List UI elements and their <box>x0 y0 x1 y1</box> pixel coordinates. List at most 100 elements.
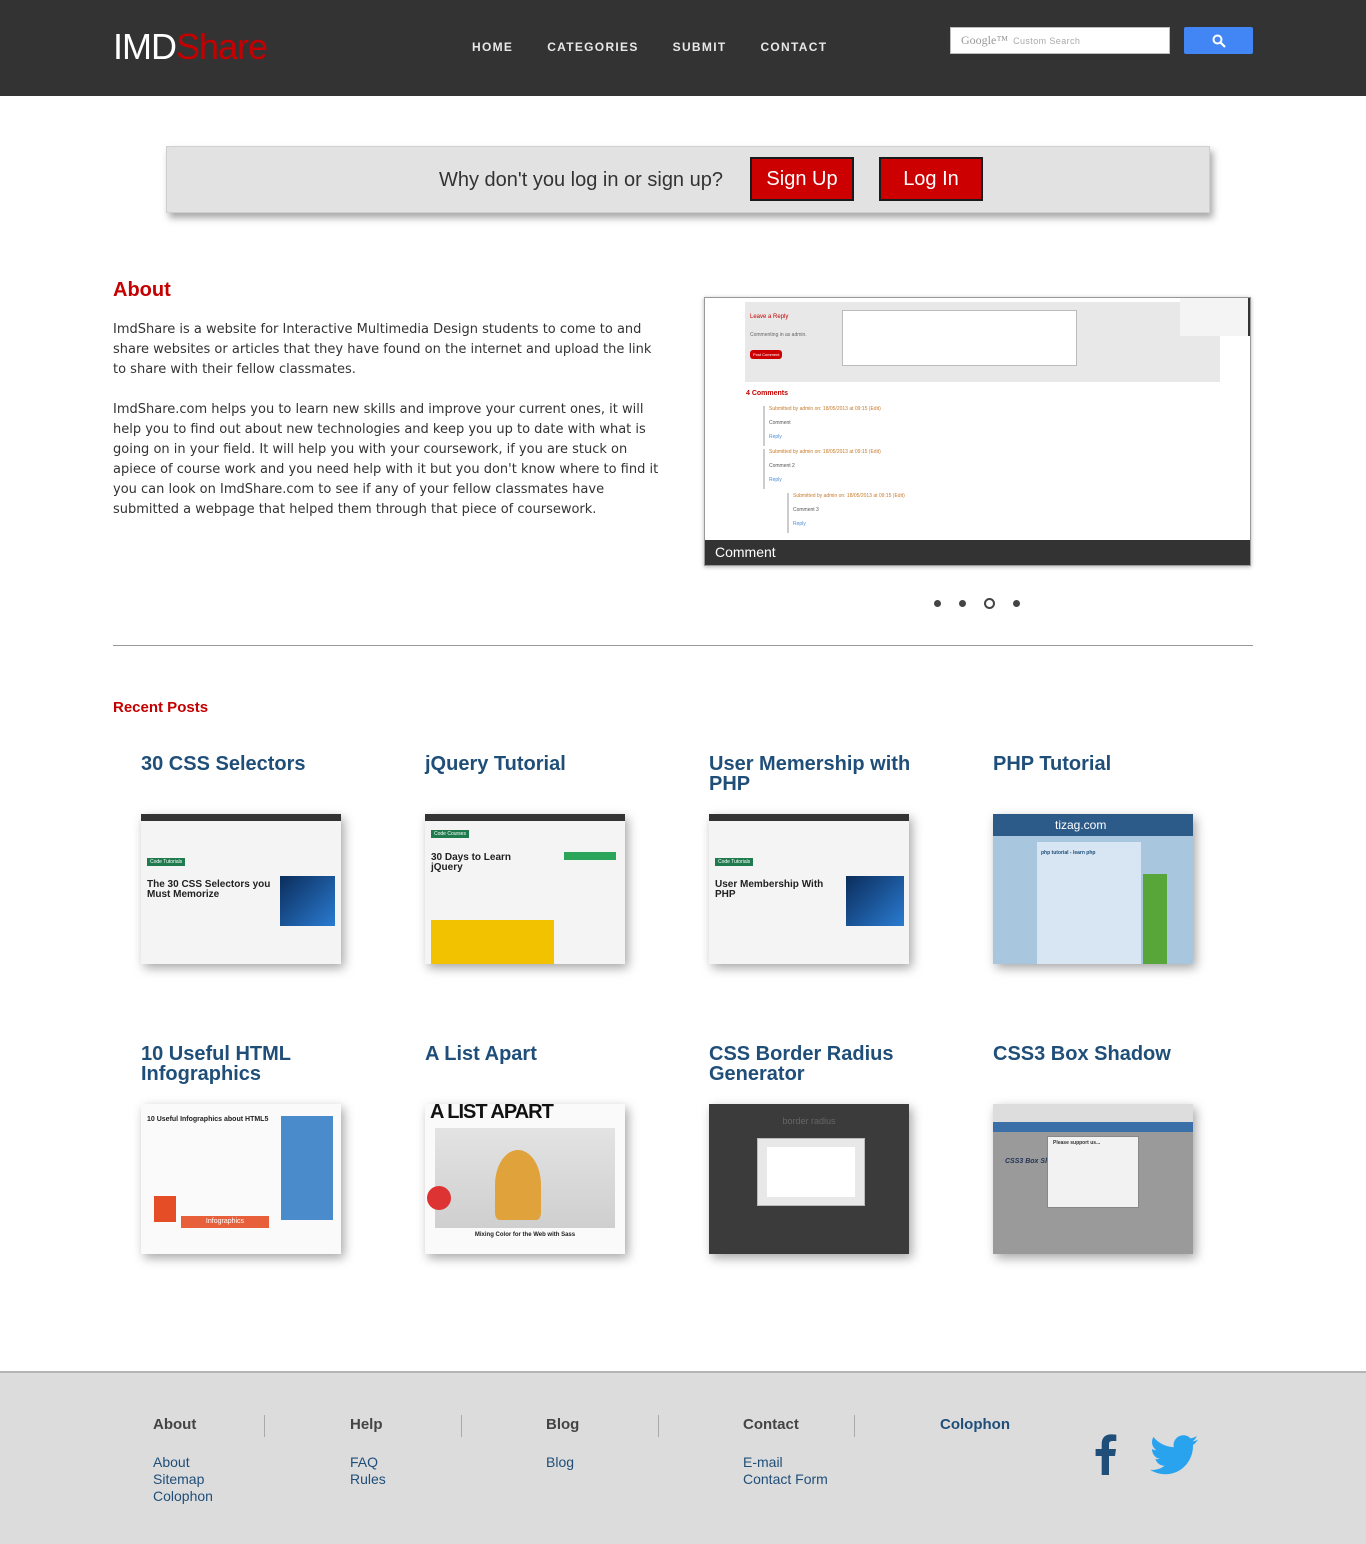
thumb-tag: Code Tutorials <box>715 858 754 866</box>
footer-link-contact-form[interactable]: Contact Form <box>743 1471 828 1488</box>
post-title-link[interactable]: User Memership with PHP <box>709 754 929 806</box>
search-icon <box>1212 34 1226 48</box>
signup-button[interactable]: Sign Up <box>750 157 854 201</box>
footer-link-blog[interactable]: Blog <box>546 1454 579 1471</box>
footer-link-email[interactable]: E-mail <box>743 1454 828 1471</box>
facebook-icon[interactable] <box>1094 1433 1118 1480</box>
post-thumbnail[interactable]: Code Tutorials The 30 CSS Selectors you … <box>141 814 341 964</box>
post-title: jQuery Tutorial <box>425 753 566 775</box>
footer-col-contact: Contact E-mail Contact Form <box>743 1416 828 1488</box>
footer-col-help: Help FAQ Rules <box>350 1416 386 1488</box>
slider-dot[interactable] <box>1013 600 1020 607</box>
site-footer: About About Sitemap Colophon Help FAQ Ru… <box>0 1371 1366 1544</box>
post-thumbnail[interactable]: CSS3 Box Shadow Please support us... <box>993 1104 1193 1254</box>
footer-heading: Blog <box>546 1416 580 1433</box>
post-title: 30 CSS Selectors <box>141 753 306 775</box>
post-title-link[interactable]: 30 CSS Selectors <box>141 754 361 806</box>
post-title-link[interactable]: PHP Tutorial <box>993 754 1213 806</box>
post-title-link[interactable]: CSS3 Box Shadow <box>993 1044 1213 1096</box>
thumb-tag: Code Tutorials <box>147 858 186 866</box>
slide-post-comment-button: Post Comment <box>750 350 783 359</box>
footer-heading: Contact <box>743 1416 799 1433</box>
post-thumbnail[interactable]: tizag.com php tutorial - learn php <box>993 814 1193 964</box>
thumb-ad <box>1143 874 1167 964</box>
post-title: User Memership with PHP <box>709 753 911 795</box>
thumb-tag: Code Courses <box>431 830 469 838</box>
slider-dot-active[interactable] <box>984 598 995 609</box>
footer-link-sitemap[interactable]: Sitemap <box>153 1471 213 1488</box>
post-title-link[interactable]: jQuery Tutorial <box>425 754 645 806</box>
post-title: A List Apart <box>425 1043 537 1065</box>
footer-link-about[interactable]: About <box>153 1454 213 1471</box>
post-title: CSS Border Radius Generator <box>709 1043 894 1085</box>
thumb-tag: Please support us... <box>1053 1140 1101 1146</box>
footer-heading: Help <box>350 1416 383 1433</box>
slide-comment-meta: Submitted by admin on: 18/05/2013 at 09:… <box>793 493 905 499</box>
footer-col-colophon: Colophon <box>940 1416 1010 1454</box>
post-thumbnail[interactable]: 10 Useful Infographics about HTML5 Infog… <box>141 1104 341 1254</box>
post-title-link[interactable]: 10 Useful HTML Infographics <box>141 1044 361 1096</box>
thumb-modal <box>1047 1136 1139 1208</box>
thumb-headline: 30 Days to Learn jQuery <box>431 852 512 873</box>
footer-separator <box>264 1415 265 1437</box>
post-title: CSS3 Box Shadow <box>993 1043 1171 1065</box>
footer-heading: About <box>153 1416 197 1433</box>
footer-col-about: About About Sitemap Colophon <box>153 1416 213 1505</box>
main-nav: HOME CATEGORIES SUBMIT CONTACT <box>472 40 827 54</box>
thumb-topbar <box>141 814 341 821</box>
search-button[interactable] <box>1184 27 1253 54</box>
search-brand: Google™ <box>961 33 1009 47</box>
thumb-headline: User Membership With PHP <box>715 879 824 900</box>
slide-comment: Submitted by admin on: 18/05/2013 at 09:… <box>763 449 881 489</box>
about-paragraph-2: ImdShare.com helps you to learn new skil… <box>113 402 659 517</box>
slide-comment-reply: Reply <box>769 434 782 440</box>
nav-home[interactable]: HOME <box>472 40 513 54</box>
login-button[interactable]: Log In <box>879 157 983 201</box>
slide-comment-meta: Submitted by admin on: 18/05/2013 at 09:… <box>769 449 881 455</box>
footer-link-faq[interactable]: FAQ <box>350 1454 386 1471</box>
post-title: PHP Tutorial <box>993 753 1112 775</box>
slide-comment: Submitted by admin on: 18/05/2013 at 09:… <box>763 406 881 446</box>
post-thumbnail[interactable]: Code Tutorials User Membership With PHP <box>709 814 909 964</box>
footer-heading-colophon-link[interactable]: Colophon <box>940 1416 1010 1454</box>
footer-link-rules[interactable]: Rules <box>350 1471 386 1488</box>
thumb-sidebar <box>281 1116 333 1220</box>
slide-comments-count: 4 Comments <box>746 390 789 397</box>
slider-dot[interactable] <box>959 600 966 607</box>
thumb-preview-inner <box>767 1147 855 1197</box>
nav-categories[interactable]: CATEGORIES <box>547 40 638 54</box>
slide-comment-text: Comment 2 <box>769 463 795 469</box>
nav-submit[interactable]: SUBMIT <box>673 40 727 54</box>
nav-contact[interactable]: CONTACT <box>760 40 827 54</box>
post-thumbnail[interactable]: Code Courses 30 Days to Learn jQuery <box>425 814 625 964</box>
slider-dot[interactable] <box>934 600 941 607</box>
post-thumbnail[interactable]: border radius <box>709 1104 909 1254</box>
slide-reply-box: Leave a Reply Commenting in as admin. Po… <box>745 302 1220 382</box>
login-prompt-bar: Why don't you log in or sign up? Sign Up… <box>166 146 1210 213</box>
post-thumbnail[interactable]: A LIST APART Mixing Color for the Web wi… <box>425 1104 625 1254</box>
post-title-link[interactable]: CSS Border Radius Generator <box>709 1044 929 1096</box>
slide-comment-meta: Submitted by admin on: 18/05/2013 at 09:… <box>769 406 881 412</box>
post-title-link[interactable]: A List Apart <box>425 1044 645 1096</box>
thumb-haystack <box>495 1150 541 1220</box>
recent-posts-heading: Recent Posts <box>113 699 209 716</box>
thumb-headline: tizag.com <box>1055 818 1107 832</box>
section-divider <box>113 645 1253 646</box>
thumb-topbar <box>993 1104 1193 1122</box>
slide-dark-strip <box>1180 298 1250 336</box>
thumb-topbar <box>709 814 909 821</box>
footer-separator <box>658 1415 659 1437</box>
twitter-icon[interactable] <box>1150 1435 1198 1480</box>
image-slider[interactable]: Leave a Reply Commenting in as admin. Po… <box>704 297 1251 566</box>
slide-comment: Submitted by admin on: 18/05/2013 at 09:… <box>787 493 905 533</box>
thumb-ad <box>846 876 904 926</box>
site-header: IMDShare HOME CATEGORIES SUBMIT CONTACT … <box>0 0 1366 96</box>
site-logo[interactable]: IMDShare <box>113 26 268 68</box>
search-input[interactable]: Google™ Custom Search <box>950 27 1170 54</box>
footer-link-colophon[interactable]: Colophon <box>153 1488 213 1505</box>
thumb-headline: 10 Useful Infographics about HTML5 <box>147 1116 269 1123</box>
slider-caption: Comment <box>705 540 1250 565</box>
about-paragraph-1: ImdShare is a website for Interactive Mu… <box>113 322 652 377</box>
thumb-html5-logo <box>154 1196 176 1222</box>
thumb-topbar <box>425 814 625 821</box>
